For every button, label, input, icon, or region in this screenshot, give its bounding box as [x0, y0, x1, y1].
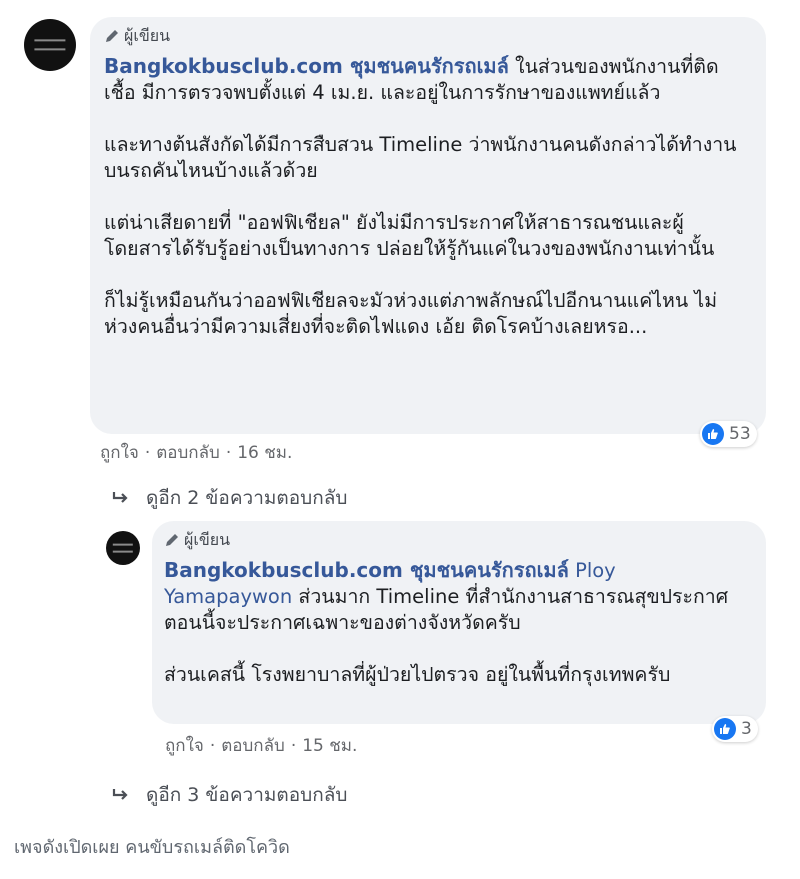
author-name-link[interactable]: Bangkokbusclub.com ชุมชนคนรักรถเมล์	[164, 558, 569, 582]
page-logo	[34, 39, 66, 51]
comment-bubble: ผู้เขียน Bangkokbusclub.com ชุมชนคนรักรถ…	[90, 17, 766, 434]
comment-paragraph: ก็ไม่รู้เหมือนกันว่าออฟฟิเชียลจะมัวห่วงแ…	[104, 289, 718, 338]
author-badge: ผู้เขียน	[104, 23, 750, 49]
reply-arrow-icon	[112, 789, 128, 800]
like-reaction-icon	[702, 423, 724, 445]
reaction-count[interactable]: 53	[700, 421, 757, 447]
like-link[interactable]: ถูกใจ	[165, 732, 204, 759]
comment-paragraph: และทางต้นสังกัดได้มีการสืบสวน Timeline ว…	[104, 133, 737, 182]
reply-link[interactable]: ตอบกลับ	[221, 732, 285, 759]
comment-actions: ถูกใจ · ตอบกลับ · 15 ชม.	[165, 732, 357, 759]
pencil-icon	[106, 30, 118, 42]
author-name-link[interactable]: Bangkokbusclub.com ชุมชนคนรักรถเมล์	[104, 54, 509, 78]
commenter-avatar[interactable]	[106, 531, 140, 565]
reply-bubble: ผู้เขียน Bangkokbusclub.com ชุมชนคนรักรถ…	[152, 521, 766, 724]
page-logo	[112, 543, 134, 553]
comment-actions: ถูกใจ · ตอบกลับ · 16 ชม.	[100, 439, 292, 466]
comment-paragraph: ส่วนเคสนี้ โรงพยาบาลที่ผู้ป่วยไปตรวจ อยู…	[164, 663, 671, 686]
like-reaction-icon	[714, 718, 736, 740]
timestamp[interactable]: 16 ชม.	[237, 439, 292, 466]
reply-link[interactable]: ตอบกลับ	[156, 439, 220, 466]
pencil-icon	[166, 534, 178, 546]
view-more-replies[interactable]: ดูอีก 2 ข้อความตอบกลับ	[112, 483, 347, 513]
timestamp[interactable]: 15 ชม.	[302, 732, 357, 759]
comment-paragraph: แต่น่าเสียดายที่ "ออฟฟิเชียล" ยังไม่มีกา…	[104, 211, 715, 260]
comment-text: Bangkokbusclub.com ชุมชนคนรักรถเมล์ Ploy…	[164, 558, 729, 634]
view-more-replies[interactable]: ดูอีก 3 ข้อความตอบกลับ	[112, 780, 347, 810]
image-caption: เพจดังเปิดเผย คนขับรถเมล์ติดโควิด	[14, 837, 290, 858]
comment-text: Bangkokbusclub.com ชุมชนคนรักรถเมล์ ในส่…	[104, 54, 719, 104]
author-badge: ผู้เขียน	[164, 527, 750, 553]
reaction-count[interactable]: 3	[712, 716, 758, 742]
reply-arrow-icon	[112, 492, 128, 503]
like-link[interactable]: ถูกใจ	[100, 439, 139, 466]
commenter-avatar[interactable]	[24, 19, 76, 71]
